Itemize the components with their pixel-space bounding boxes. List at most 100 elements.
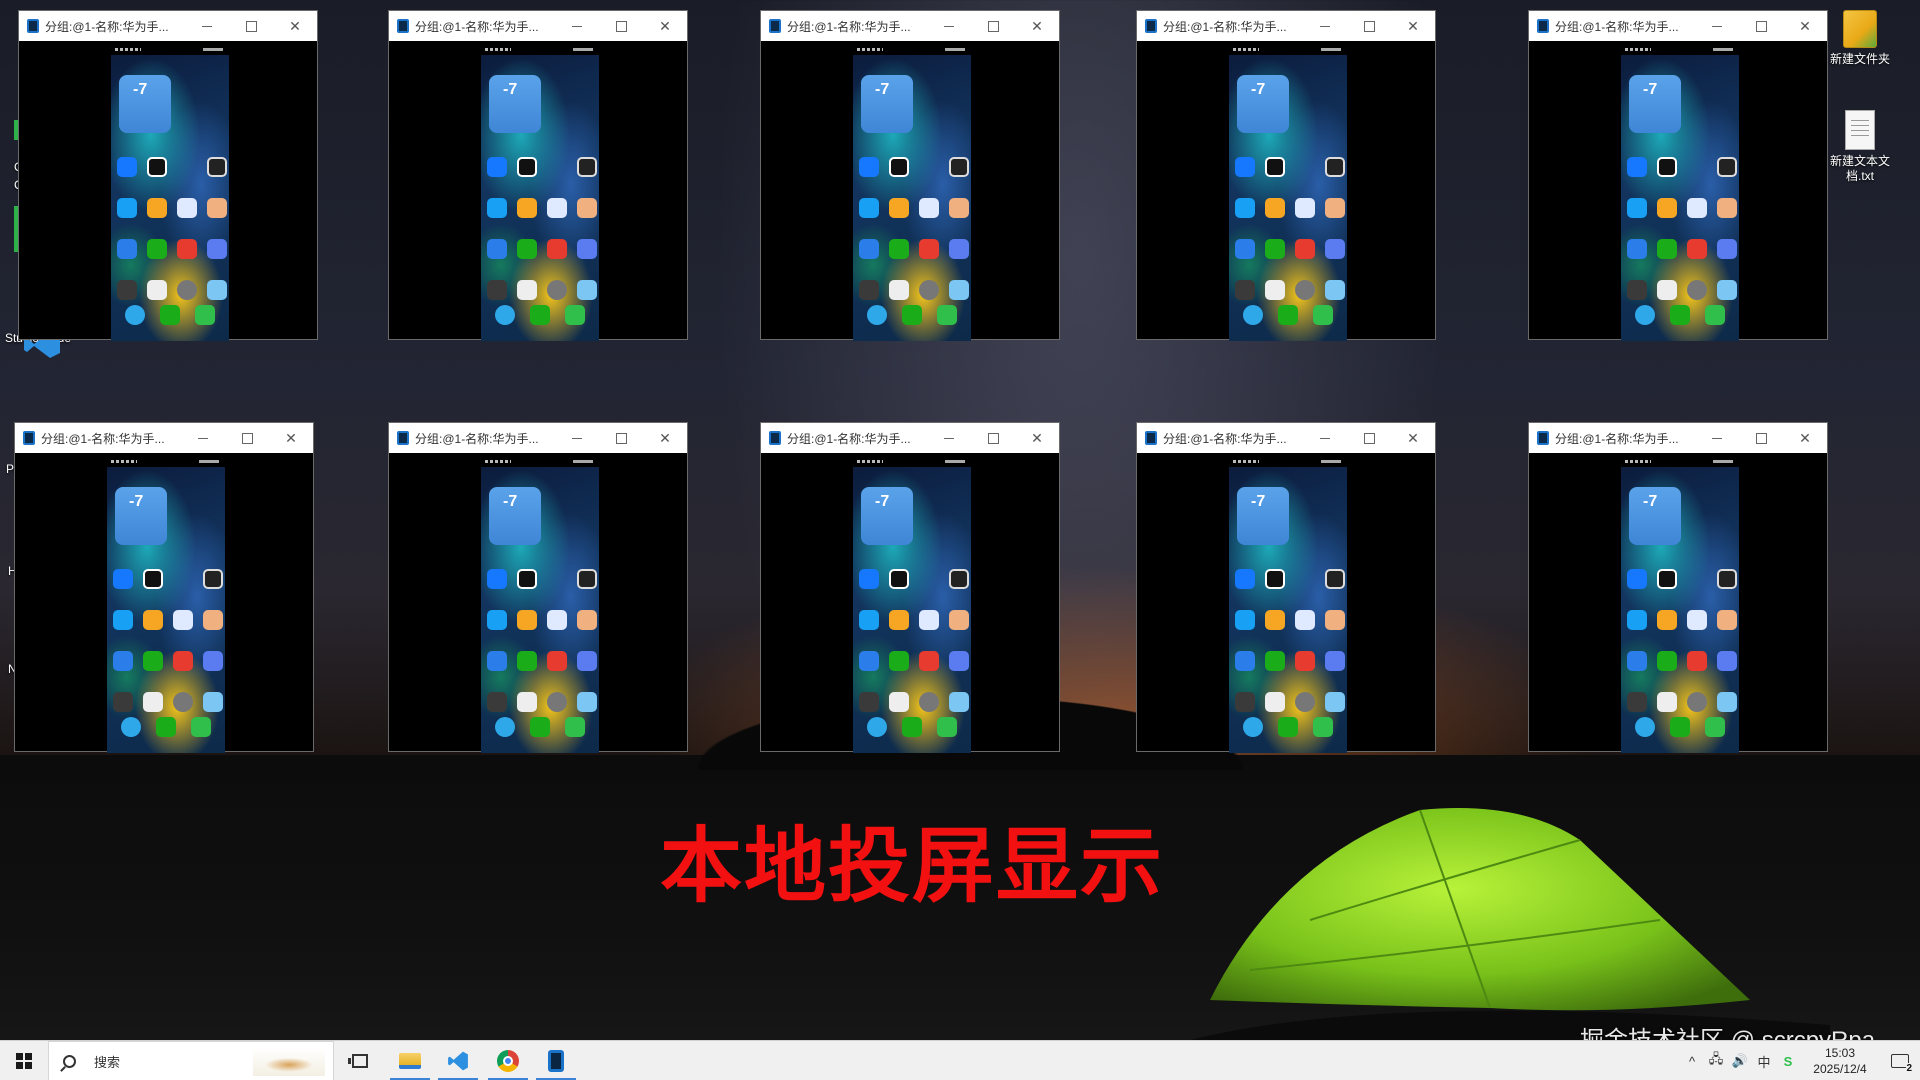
browser-app-icon[interactable] (495, 305, 515, 325)
wechat-app-icon[interactable] (889, 239, 909, 259)
messages-app-icon[interactable] (902, 717, 922, 737)
stock-app-icon[interactable] (949, 569, 969, 589)
chat-app-icon[interactable] (113, 610, 133, 630)
checkmark-app-icon[interactable] (1687, 610, 1707, 630)
browser-app-icon[interactable] (1635, 717, 1655, 737)
notes-app-icon[interactable] (517, 198, 537, 218)
notes-app-icon[interactable] (1265, 610, 1285, 630)
phone-app-icon[interactable] (195, 305, 215, 325)
check-app-icon[interactable] (143, 569, 163, 589)
chat-app-icon[interactable] (487, 610, 507, 630)
window-titlebar[interactable]: 分组:@1-名称:华为手... ✕ (389, 423, 687, 453)
window-titlebar[interactable]: 分组:@1-名称:华为手... ✕ (389, 11, 687, 41)
input-method-icon[interactable]: 中 (1752, 1041, 1776, 1080)
music-app-icon[interactable] (1717, 239, 1737, 259)
chat-app-icon[interactable] (1627, 610, 1647, 630)
mail-app-icon[interactable] (117, 239, 137, 259)
stock-app-icon[interactable] (203, 569, 223, 589)
notes-app-icon[interactable] (147, 198, 167, 218)
close-button[interactable]: ✕ (1783, 423, 1827, 453)
location-app-icon[interactable] (1687, 239, 1707, 259)
browser-app-icon[interactable] (1635, 305, 1655, 325)
gallery-app-icon[interactable] (577, 692, 597, 712)
browser-app-icon[interactable] (1243, 717, 1263, 737)
snail-app-icon[interactable] (207, 198, 227, 218)
check-app-icon[interactable] (1265, 569, 1285, 589)
calculator-app-icon[interactable] (1265, 692, 1285, 712)
notes-app-icon[interactable] (143, 610, 163, 630)
maximize-button[interactable] (1347, 11, 1391, 41)
file-explorer-button[interactable] (386, 1041, 434, 1080)
snail-app-icon[interactable] (203, 610, 223, 630)
browser-app-icon[interactable] (495, 717, 515, 737)
close-button[interactable]: ✕ (269, 423, 313, 453)
snail-app-icon[interactable] (577, 198, 597, 218)
stock-app-icon[interactable] (949, 157, 969, 177)
messages-app-icon[interactable] (156, 717, 176, 737)
minimize-button[interactable] (1695, 423, 1739, 453)
browser-app-icon[interactable] (867, 717, 887, 737)
maximize-button[interactable] (1739, 423, 1783, 453)
settings-app-icon[interactable] (173, 692, 193, 712)
weather-widget[interactable]: -7 (1237, 75, 1289, 133)
check-app-icon[interactable] (1657, 157, 1677, 177)
gallery-app-icon[interactable] (1717, 692, 1737, 712)
messages-app-icon[interactable] (1670, 717, 1690, 737)
phone-screen[interactable]: -7 (107, 457, 225, 753)
check-app-icon[interactable] (889, 157, 909, 177)
chat-app-icon[interactable] (117, 198, 137, 218)
phone-app-icon[interactable] (937, 305, 957, 325)
checkmark-app-icon[interactable] (1687, 198, 1707, 218)
alipay-icon[interactable] (1235, 157, 1255, 177)
mail-app-icon[interactable] (1235, 239, 1255, 259)
camera-app-icon[interactable] (1235, 280, 1255, 300)
wechat-app-icon[interactable] (889, 651, 909, 671)
settings-app-icon[interactable] (547, 692, 567, 712)
notes-app-icon[interactable] (1265, 198, 1285, 218)
phone-app-icon[interactable] (1313, 305, 1333, 325)
desktop-icon-new-folder[interactable]: 新建文件夹 (1818, 10, 1902, 67)
mail-app-icon[interactable] (1627, 651, 1647, 671)
phone-app-icon[interactable] (191, 717, 211, 737)
chat-app-icon[interactable] (1627, 198, 1647, 218)
browser-app-icon[interactable] (125, 305, 145, 325)
scrcpy-taskbar-button[interactable] (532, 1041, 580, 1080)
minimize-button[interactable] (555, 11, 599, 41)
calculator-app-icon[interactable] (889, 280, 909, 300)
task-view-button[interactable] (336, 1041, 384, 1080)
alipay-icon[interactable] (859, 157, 879, 177)
network-icon[interactable]: 🖧 (1704, 1041, 1728, 1080)
check-app-icon[interactable] (1657, 569, 1677, 589)
calculator-app-icon[interactable] (889, 692, 909, 712)
browser-app-icon[interactable] (1243, 305, 1263, 325)
messages-app-icon[interactable] (530, 717, 550, 737)
settings-app-icon[interactable] (1687, 692, 1707, 712)
camera-app-icon[interactable] (113, 692, 133, 712)
notes-app-icon[interactable] (1657, 610, 1677, 630)
taskbar-clock[interactable]: 15:03 2025/12/4 (1800, 1045, 1880, 1077)
window-titlebar[interactable]: 分组:@1-名称:华为手... ✕ (1529, 11, 1827, 41)
chat-app-icon[interactable] (859, 198, 879, 218)
checkmark-app-icon[interactable] (1295, 198, 1315, 218)
maximize-button[interactable] (229, 11, 273, 41)
calculator-app-icon[interactable] (1265, 280, 1285, 300)
location-app-icon[interactable] (919, 239, 939, 259)
settings-app-icon[interactable] (547, 280, 567, 300)
music-app-icon[interactable] (203, 651, 223, 671)
weather-widget[interactable]: -7 (1237, 487, 1289, 545)
camera-app-icon[interactable] (117, 280, 137, 300)
minimize-button[interactable] (555, 423, 599, 453)
alipay-icon[interactable] (1627, 569, 1647, 589)
messages-app-icon[interactable] (530, 305, 550, 325)
stock-app-icon[interactable] (577, 157, 597, 177)
wechat-app-icon[interactable] (517, 651, 537, 671)
phone-screen[interactable]: -7 (853, 45, 971, 341)
close-button[interactable]: ✕ (273, 11, 317, 41)
maximize-button[interactable] (1347, 423, 1391, 453)
calculator-app-icon[interactable] (147, 280, 167, 300)
phone-screen[interactable]: -7 (853, 457, 971, 753)
messages-app-icon[interactable] (160, 305, 180, 325)
weather-widget[interactable]: -7 (119, 75, 171, 133)
wechat-app-icon[interactable] (1657, 239, 1677, 259)
chat-app-icon[interactable] (1235, 610, 1255, 630)
